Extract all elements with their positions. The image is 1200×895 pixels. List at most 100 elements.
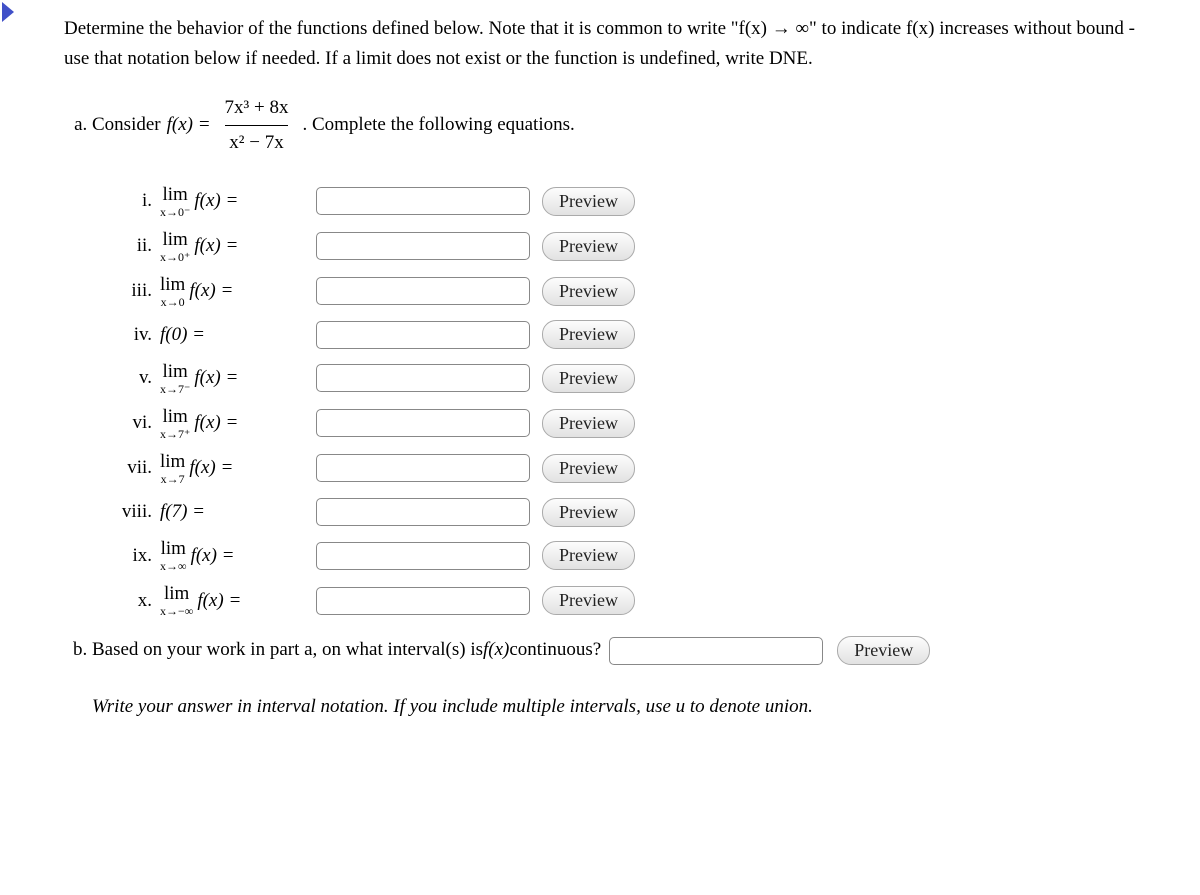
subparts-list: i.limx→0⁻f(x) =Previewii.limx→0⁺f(x) =Pr…: [92, 185, 1150, 618]
interval-hint: Write your answer in interval notation. …: [92, 692, 1150, 722]
answer-input[interactable]: [316, 232, 530, 260]
limit-expression: lim x→7 f(x) =: [160, 452, 310, 485]
preview-button[interactable]: Preview: [542, 498, 635, 527]
lim-approach: x→−∞: [160, 605, 193, 617]
fx-label: f(x) =: [194, 231, 238, 261]
part-b-text-after: continuous?: [509, 635, 601, 665]
answer-input[interactable]: [316, 364, 530, 392]
limit-notation: lim x→∞: [160, 539, 187, 572]
roman-numeral: x.: [112, 586, 152, 616]
limit-expression: lim x→7⁻ f(x) =: [160, 362, 310, 395]
fx-label: f(x) =: [197, 586, 241, 616]
fx-label: f(0) =: [160, 320, 205, 350]
preview-button[interactable]: Preview: [542, 187, 635, 216]
roman-numeral: vii.: [112, 453, 152, 483]
limit-notation: lim x→7: [160, 452, 185, 485]
fx-label: f(x) =: [194, 408, 238, 438]
fx-label: f(x) =: [194, 186, 238, 216]
subpart-row: x. limx→−∞f(x) = Preview: [112, 584, 1150, 617]
problem-prompt: Determine the behavior of the functions …: [64, 14, 1150, 75]
fraction: 7x³ + 8x x² − 7x: [221, 93, 293, 159]
lim-text: lim: [160, 275, 185, 294]
fx-equals: f(x) =: [167, 110, 211, 140]
roman-numeral: iv.: [112, 320, 152, 350]
limit-expression: lim x→0 f(x) =: [160, 275, 310, 308]
lim-text: lim: [161, 539, 186, 558]
denominator: x² − 7x: [225, 125, 287, 158]
roman-numeral: iii.: [112, 276, 152, 306]
limit-notation: lim x→0: [160, 275, 185, 308]
limit-expression: limx→0⁻f(x) =: [160, 185, 310, 218]
lim-approach: x→0⁻: [160, 206, 190, 218]
subpart-row: iv. f(0) = Preview: [112, 320, 1150, 350]
preview-button[interactable]: Preview: [542, 232, 635, 261]
lim-text: lim: [163, 407, 188, 426]
lim-text: lim: [163, 362, 188, 381]
lim-text: lim: [160, 452, 185, 471]
answer-input[interactable]: [316, 321, 530, 349]
limit-expression: limx→−∞f(x) =: [160, 584, 310, 617]
limit-expression: lim x→0⁺ f(x) =: [160, 230, 310, 263]
part-b-fx: f(x): [483, 635, 509, 665]
limit-expression: lim x→∞ f(x) =: [160, 539, 310, 572]
subpart-row: iii. lim x→0 f(x) = Preview: [112, 275, 1150, 308]
roman-numeral: vi.: [112, 408, 152, 438]
limit-expression: lim x→7⁺ f(x) =: [160, 407, 310, 440]
limit-notation: lim x→7⁻: [160, 362, 190, 395]
fx-label: f(x) =: [191, 541, 235, 571]
prompt-text: Determine the behavior of the functions …: [64, 18, 1135, 69]
part-b-text-before: Based on your work in part a, on what in…: [92, 635, 483, 665]
answer-input[interactable]: [316, 409, 530, 437]
part-b: Based on your work in part a, on what in…: [92, 635, 1150, 722]
answer-input[interactable]: [316, 542, 530, 570]
lim-text: lim: [163, 230, 188, 249]
preview-button[interactable]: Preview: [542, 320, 635, 349]
roman-numeral: viii.: [112, 497, 152, 527]
preview-button[interactable]: Preview: [542, 409, 635, 438]
answer-input[interactable]: [316, 498, 530, 526]
subpart-row: v. lim x→7⁻ f(x) = Preview: [112, 362, 1150, 395]
subpart-row: viii. f(7) = Preview: [112, 497, 1150, 527]
roman-numeral: v.: [112, 363, 152, 393]
limit-notation: limx→0⁻: [160, 185, 190, 218]
part-a: Consider f(x) = 7x³ + 8x x² − 7x . Compl…: [92, 93, 1150, 618]
subpart-row: ii. lim x→0⁺ f(x) = Preview: [112, 230, 1150, 263]
complete-text: . Complete the following equations.: [302, 110, 574, 140]
subpart-row: ix. lim x→∞ f(x) = Preview: [112, 539, 1150, 572]
answer-input-continuity[interactable]: [609, 637, 823, 665]
lim-approach: x→∞: [160, 560, 187, 572]
lim-approach: x→0: [161, 296, 185, 308]
lim-approach: x→0⁺: [160, 251, 190, 263]
roman-numeral: ii.: [112, 231, 152, 261]
roman-numeral: i.: [112, 186, 152, 216]
preview-button[interactable]: Preview: [542, 586, 635, 615]
subpart-row: vii. lim x→7 f(x) = Preview: [112, 452, 1150, 485]
answer-input[interactable]: [316, 454, 530, 482]
answer-input[interactable]: [316, 187, 530, 215]
limit-expression: f(7) =: [160, 497, 310, 527]
function-definition: Consider f(x) = 7x³ + 8x x² − 7x . Compl…: [92, 93, 1150, 159]
lim-approach: x→7⁺: [160, 428, 190, 440]
preview-button[interactable]: Preview: [837, 636, 930, 665]
consider-text: Consider: [92, 110, 161, 140]
fx-label: f(x) =: [189, 453, 233, 483]
section-indicator-triangle: [2, 2, 14, 22]
preview-button[interactable]: Preview: [542, 541, 635, 570]
numerator: 7x³ + 8x: [221, 93, 293, 125]
preview-button[interactable]: Preview: [542, 454, 635, 483]
limit-expression: f(0) =: [160, 320, 310, 350]
answer-input[interactable]: [316, 277, 530, 305]
subpart-row: i. limx→0⁻f(x) = Preview: [112, 185, 1150, 218]
lim-approach: x→7⁻: [160, 383, 190, 395]
lim-approach: x→7: [161, 473, 185, 485]
fx-label: f(x) =: [189, 276, 233, 306]
limit-notation: lim x→0⁺: [160, 230, 190, 263]
preview-button[interactable]: Preview: [542, 364, 635, 393]
limit-notation: lim x→7⁺: [160, 407, 190, 440]
answer-input[interactable]: [316, 587, 530, 615]
preview-button[interactable]: Preview: [542, 277, 635, 306]
limit-notation: limx→−∞: [160, 584, 193, 617]
fx-label: f(x) =: [194, 363, 238, 393]
roman-numeral: ix.: [112, 541, 152, 571]
fx-label: f(7) =: [160, 497, 205, 527]
